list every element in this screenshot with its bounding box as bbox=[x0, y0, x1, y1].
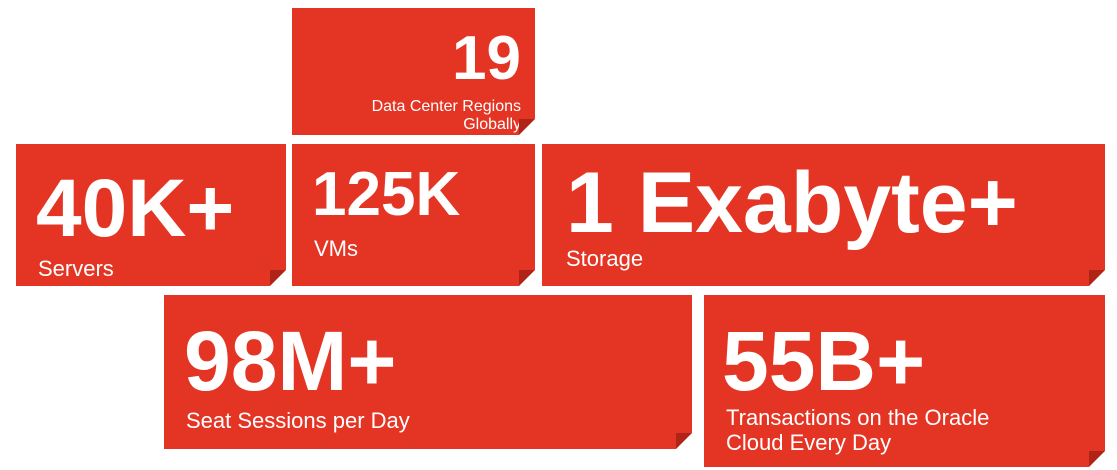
stat-label-vms: VMs bbox=[314, 236, 358, 261]
stat-value-transactions: 55B+ bbox=[722, 314, 926, 408]
stat-value-regions: 19 bbox=[452, 24, 521, 93]
stat-tile-seat-sessions: 98M+ Seat Sessions per Day bbox=[164, 295, 692, 449]
stat-value-vms: 125K bbox=[312, 160, 461, 229]
stat-label-regions-line1: Data Center Regions bbox=[371, 98, 521, 115]
stat-value-seat-sessions: 98M+ bbox=[184, 314, 397, 408]
stat-label-transactions-line1: Transactions on the Oracle bbox=[726, 405, 990, 430]
stat-tile-servers: 40K+ Servers bbox=[16, 144, 286, 286]
stat-value-storage: 1 Exabyte+ bbox=[566, 155, 1018, 251]
stat-tile-transactions: 55B+ Transactions on the Oracle Cloud Ev… bbox=[704, 295, 1105, 467]
stat-label-regions: Data Center Regions Globally bbox=[372, 98, 521, 135]
stat-label-transactions-line2: Cloud Every Day bbox=[726, 430, 892, 456]
stat-label-seat-sessions: Seat Sessions per Day bbox=[186, 408, 410, 433]
stat-label-regions-line2: Globally bbox=[463, 116, 521, 134]
stat-tile-vms: 125K VMs bbox=[292, 144, 535, 286]
stat-label-transactions: Transactions on the Oracle Cloud Every D… bbox=[726, 405, 989, 456]
stat-tile-regions: 19 Data Center Regions Globally bbox=[292, 8, 535, 135]
stat-label-storage: Storage bbox=[566, 246, 644, 271]
stat-label-servers: Servers bbox=[38, 256, 114, 281]
stat-tile-storage: 1 Exabyte+ Storage bbox=[542, 144, 1105, 286]
stat-value-servers: 40K+ bbox=[36, 163, 235, 254]
